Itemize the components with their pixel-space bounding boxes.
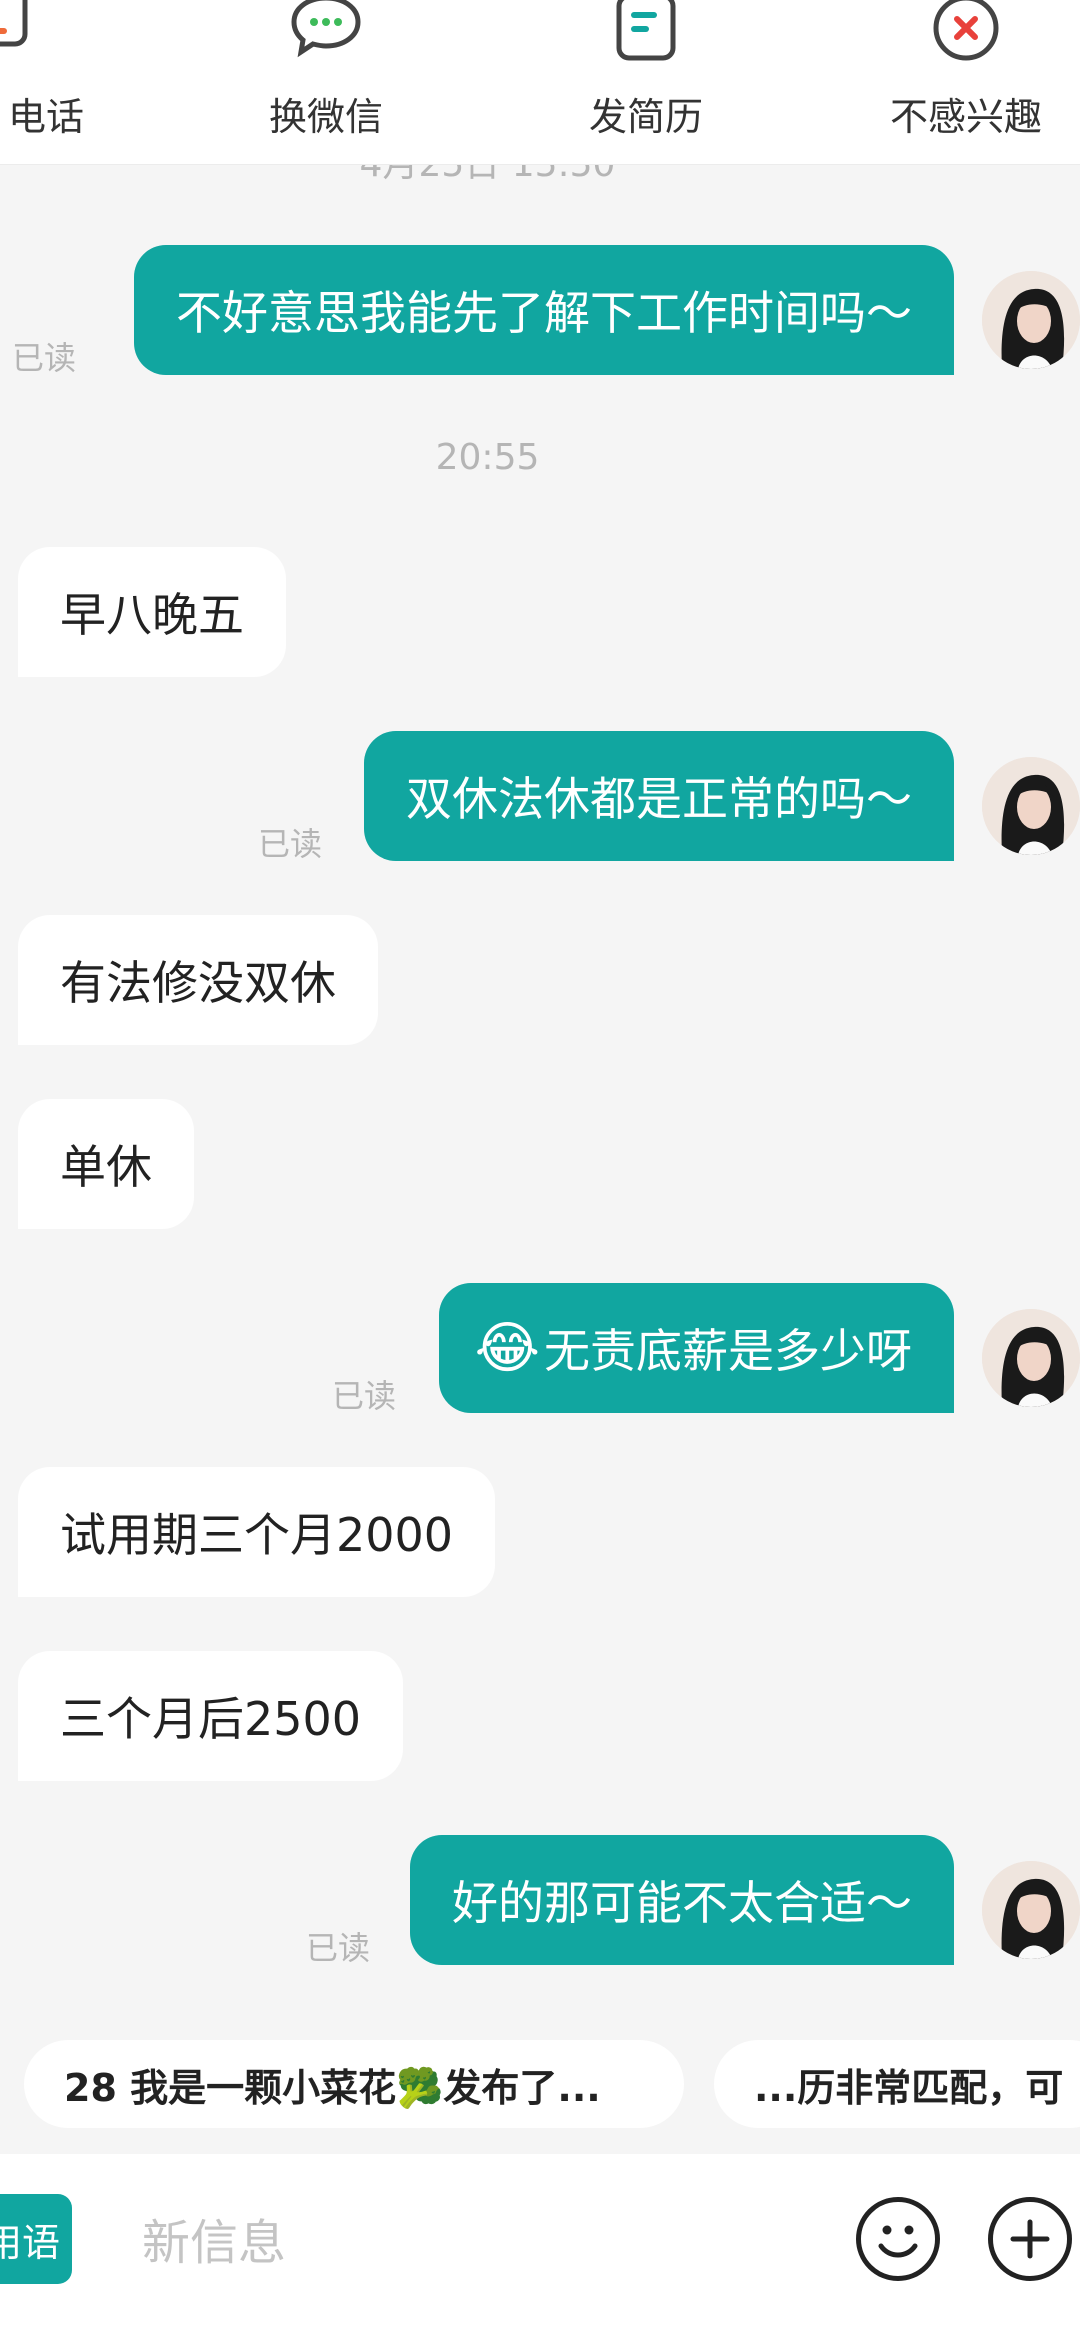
- outgoing-message[interactable]: 不好意思我能先了解下工作时间吗～: [134, 245, 954, 375]
- read-receipt: 已读: [12, 339, 77, 377]
- incoming-message[interactable]: 试用期三个月2000: [18, 1467, 496, 1597]
- incoming-message[interactable]: 早八晚五: [18, 547, 286, 677]
- avatar[interactable]: [982, 271, 1080, 369]
- outgoing-message[interactable]: 😂 无责底薪是多少呀: [438, 1283, 954, 1413]
- smile-icon: [878, 2225, 918, 2258]
- send-resume-label: 发简历: [588, 95, 703, 139]
- message-text: 单休: [60, 1140, 152, 1194]
- suggestion-text: 28 我是一颗小菜花🥦发布了...: [64, 2065, 601, 2110]
- send-resume-action[interactable]: 发简历: [546, 0, 746, 164]
- message-text: 无责底薪是多少呀: [544, 1324, 912, 1378]
- incoming-message[interactable]: 三个月后2500: [18, 1651, 404, 1781]
- not-interested-action[interactable]: 不感兴趣: [866, 0, 1066, 164]
- suggestion-chip[interactable]: ...历非常匹配，可: [714, 2040, 1080, 2128]
- outgoing-message[interactable]: 好的那可能不太合适～: [410, 1835, 954, 1965]
- call-label: 电话: [7, 95, 84, 139]
- not-interested-label: 不感兴趣: [889, 95, 1042, 139]
- resume-icon: [611, 0, 681, 68]
- plus-icon: [1010, 2219, 1050, 2259]
- message-text: 三个月后2500: [60, 1692, 362, 1746]
- avatar[interactable]: [982, 757, 1080, 855]
- message-text: 不好意思我能先了解下工作时间吗～: [176, 286, 912, 340]
- crying-laughing-emoji-icon: 😂: [474, 1315, 540, 1381]
- common-phrases-label: 常用语: [0, 2220, 60, 2265]
- message-text: 早八晚五: [60, 588, 244, 642]
- avatar[interactable]: [982, 1861, 1080, 1959]
- read-receipt: 已读: [258, 825, 323, 863]
- chat-action-bar: 电话 换微信 发简历 不感兴趣: [0, 0, 1080, 165]
- message-text: 好的那可能不太合适～: [452, 1876, 912, 1930]
- suggestion-text: ...历非常匹配，可: [754, 2065, 1064, 2110]
- exchange-wechat-label: 换微信: [268, 95, 383, 139]
- phone-icon: [0, 0, 55, 54]
- message-text: 双休法休都是正常的吗～: [406, 772, 912, 826]
- incoming-message[interactable]: 单休: [18, 1099, 194, 1229]
- incoming-message[interactable]: 有法修没双休: [18, 915, 378, 1045]
- close-circle-icon: [928, 0, 1004, 68]
- emoji-button[interactable]: [856, 2197, 940, 2281]
- suggestion-chips: 28 我是一颗小菜花🥦发布了... ...历非常匹配，可: [0, 2040, 1080, 2132]
- suggestion-chip[interactable]: 28 我是一颗小菜花🥦发布了...: [24, 2040, 684, 2128]
- read-receipt: 已读: [332, 1377, 397, 1415]
- message-text: 试用期三个月2000: [60, 1508, 454, 1562]
- exchange-wechat-action[interactable]: 换微信: [226, 0, 426, 164]
- read-receipt: 已读: [306, 1929, 371, 1967]
- more-button[interactable]: [988, 2197, 1072, 2281]
- outgoing-message[interactable]: 双休法休都是正常的吗～: [364, 731, 954, 861]
- chat-message-list[interactable]: 4月25日 15:50 已读 不好意思我能先了解下工作时间吗～ 20:55 早八…: [0, 165, 1080, 2140]
- message-input[interactable]: [140, 2202, 824, 2284]
- avatar[interactable]: [982, 1309, 1080, 1407]
- message-input-bar: 常用语: [0, 2154, 1080, 2338]
- timestamp: 20:55: [435, 437, 540, 478]
- call-action[interactable]: 电话: [0, 0, 120, 164]
- timestamp: 4月25日 15:50: [0, 165, 975, 187]
- message-text: 有法修没双休: [60, 956, 336, 1010]
- wechat-icon: [286, 0, 366, 68]
- common-phrases-button[interactable]: 常用语: [0, 2194, 72, 2284]
